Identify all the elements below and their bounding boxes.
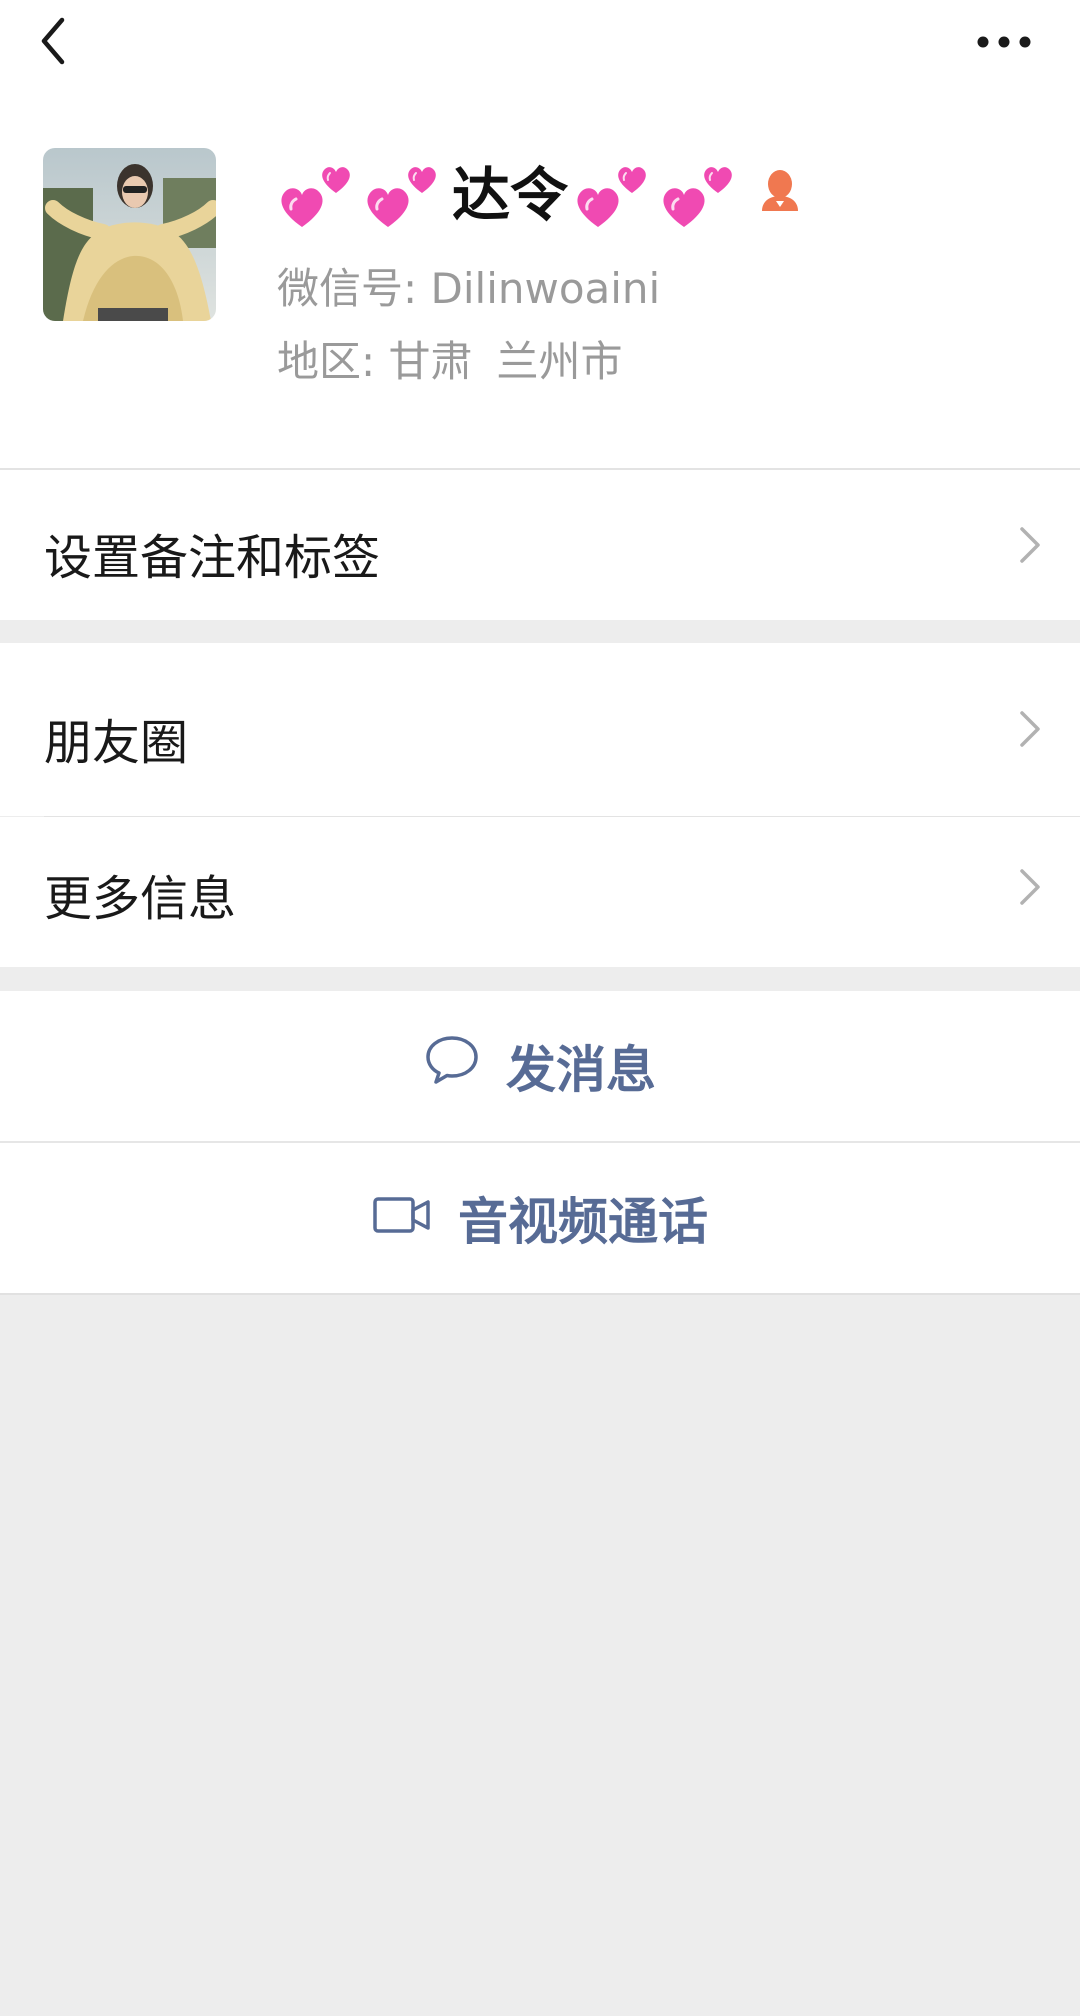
more-info-label: 更多信息	[44, 871, 237, 927]
send-message-button[interactable]: 发消息	[0, 991, 1080, 1141]
voice-video-call-button[interactable]: 音视频通话	[0, 1143, 1080, 1293]
more-info-row[interactable]: 更多信息	[0, 817, 1080, 967]
action-divider	[0, 1293, 1080, 1295]
avatar-photo	[43, 148, 216, 321]
wechat-id-value: Dilinwoaini	[430, 264, 661, 313]
more-options-button[interactable]	[972, 18, 1036, 66]
chevron-right-icon	[1020, 527, 1040, 563]
voice-video-call-label: 音视频通话	[458, 1193, 708, 1251]
avatar[interactable]	[43, 148, 216, 321]
region-line: 地区: 甘肃 兰州市	[277, 328, 623, 389]
chevron-right-icon	[1020, 711, 1040, 747]
wechat-id-label: 微信号:	[277, 264, 418, 313]
pink-heart-emoji	[572, 155, 658, 235]
nickname-row: 达令	[276, 150, 802, 240]
set-remark-and-tags-row[interactable]: 设置备注和标签	[0, 470, 1080, 620]
moments-label: 朋友圈	[44, 715, 189, 771]
wechat-id-line: 微信号: Dilinwoaini	[277, 255, 660, 316]
send-message-label: 发消息	[506, 1041, 656, 1099]
pink-heart-emoji	[276, 155, 362, 235]
chevron-left-icon	[41, 17, 65, 65]
pink-heart-emoji	[362, 155, 448, 235]
region-city: 兰州市	[496, 337, 623, 386]
set-remark-and-tags-label: 设置备注和标签	[44, 530, 381, 586]
profile-header: 达令 微信号: Dilinwoaini 地区: 甘肃 兰州市	[0, 0, 1080, 468]
female-user-icon	[758, 166, 802, 214]
region-label: 地区:	[277, 337, 376, 386]
chat-bubble-icon	[424, 1034, 480, 1098]
chevron-right-icon	[1020, 869, 1040, 905]
back-button[interactable]	[28, 10, 88, 70]
ellipsis-icon	[977, 36, 1031, 48]
pink-heart-emoji	[658, 155, 744, 235]
nickname: 达令	[452, 161, 569, 229]
moments-row[interactable]: 朋友圈	[0, 643, 1080, 816]
region-province: 甘肃	[388, 337, 473, 386]
video-camera-icon	[372, 1189, 432, 1247]
